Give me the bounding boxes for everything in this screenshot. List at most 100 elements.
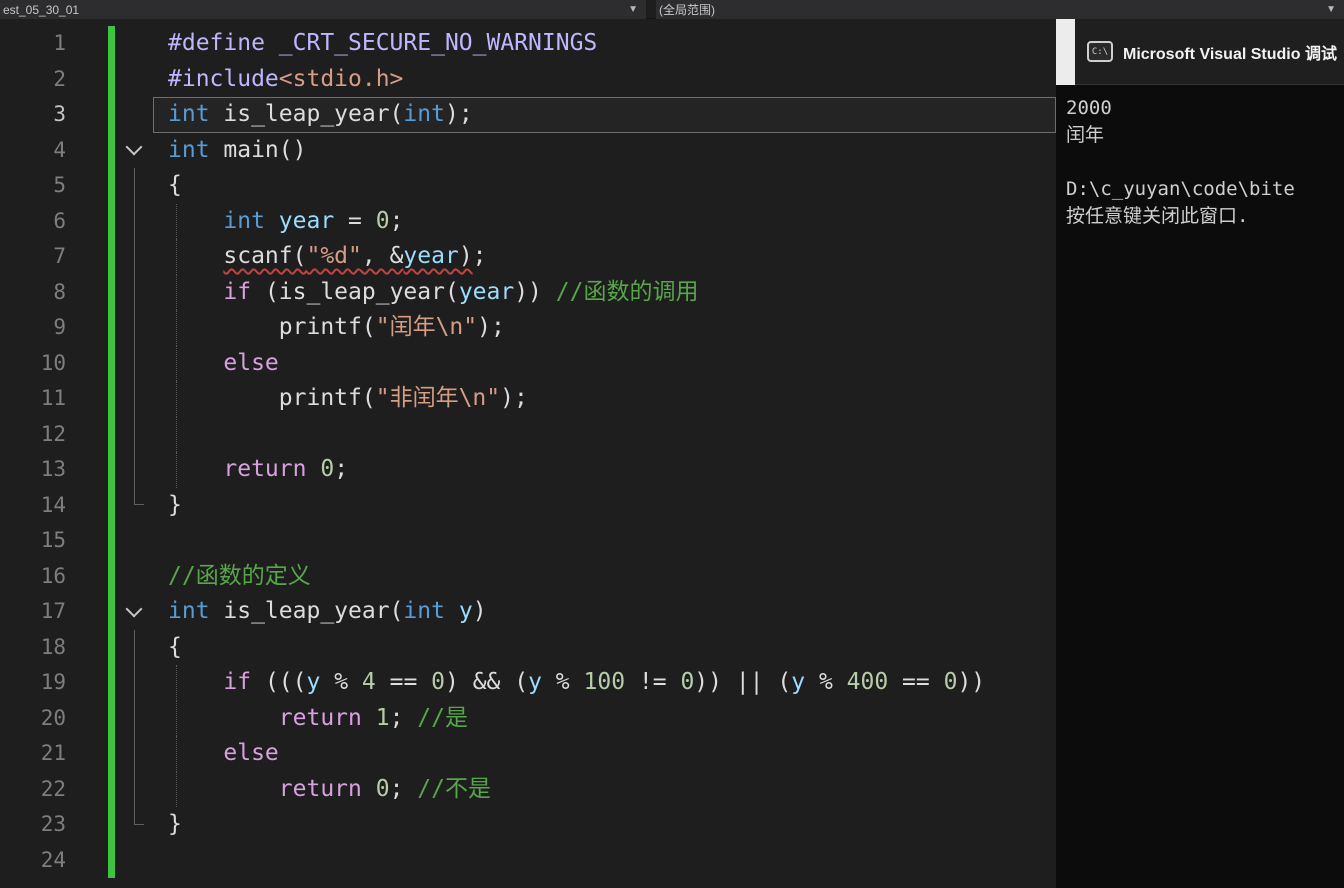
code-line[interactable]: 12: [0, 416, 1056, 453]
code-text[interactable]: int year = 0;: [153, 203, 1056, 240]
code-text[interactable]: [153, 523, 1056, 559]
code-text[interactable]: [153, 416, 1056, 453]
code-line[interactable]: 20 return 1; //是: [0, 700, 1056, 737]
fold-column[interactable]: [115, 97, 153, 133]
code-line[interactable]: 11 printf("非闰年\n");: [0, 381, 1056, 417]
line-number[interactable]: 3: [0, 97, 72, 133]
code-text[interactable]: #include<stdio.h>: [153, 62, 1056, 98]
code-line[interactable]: 10 else: [0, 345, 1056, 382]
console-output[interactable]: 2000 闰年 D:\c_yuyan\code\bite 按任意键关闭此窗口.: [1056, 85, 1344, 230]
line-number[interactable]: 2: [0, 62, 72, 98]
code-line[interactable]: 19 if (((y % 4 == 0) && (y % 100 != 0)) …: [0, 665, 1056, 701]
line-number[interactable]: 24: [0, 843, 72, 879]
code-line[interactable]: 8 if (is_leap_year(year)) //函数的调用: [0, 274, 1056, 311]
code-text[interactable]: //函数的定义: [153, 559, 1056, 595]
code-line[interactable]: 18 {: [0, 629, 1056, 666]
line-number[interactable]: 5: [0, 168, 72, 204]
code-text[interactable]: if (is_leap_year(year)) //函数的调用: [153, 274, 1056, 311]
line-number[interactable]: 18: [0, 630, 72, 666]
code-text[interactable]: }: [153, 488, 1056, 524]
line-number[interactable]: 7: [0, 239, 72, 275]
line-number[interactable]: 11: [0, 381, 72, 417]
line-number[interactable]: 8: [0, 275, 72, 311]
code-line[interactable]: 4 int main(): [0, 132, 1056, 169]
code-line[interactable]: 9 printf("闰年\n");: [0, 310, 1056, 346]
code-line[interactable]: 7 scanf("%d", &year);: [0, 239, 1056, 275]
fold-column[interactable]: [115, 736, 153, 772]
code-text[interactable]: #define _CRT_SECURE_NO_WARNINGS: [153, 26, 1056, 62]
line-number[interactable]: 14: [0, 488, 72, 524]
code-text[interactable]: else: [153, 736, 1056, 772]
code-line[interactable]: 17 int is_leap_year(int y): [0, 594, 1056, 630]
code-text[interactable]: return 1; //是: [153, 700, 1056, 737]
code-line[interactable]: 16 //函数的定义: [0, 558, 1056, 595]
code-text[interactable]: return 0;: [153, 452, 1056, 488]
chevron-down-icon[interactable]: [125, 600, 143, 618]
code-line[interactable]: 23}: [0, 807, 1056, 843]
code-text[interactable]: int is_leap_year(int y): [153, 594, 1056, 630]
code-text[interactable]: [153, 843, 1056, 879]
code-line[interactable]: 3 int is_leap_year(int);: [0, 97, 1056, 133]
line-number[interactable]: 17: [0, 594, 72, 630]
line-number[interactable]: 22: [0, 772, 72, 808]
fold-column[interactable]: [115, 346, 153, 382]
line-number[interactable]: 20: [0, 701, 72, 737]
editor[interactable]: 1 #define _CRT_SECURE_NO_WARNINGS 2 #includ…: [0, 19, 1056, 888]
chevron-down-icon[interactable]: [125, 138, 143, 156]
code-line[interactable]: 15: [0, 523, 1056, 559]
fold-column[interactable]: [115, 843, 153, 879]
fold-column[interactable]: [115, 807, 153, 843]
code-line[interactable]: 24: [0, 842, 1056, 879]
code-line[interactable]: 13 return 0;: [0, 452, 1056, 488]
debug-console-window[interactable]: C:\ Microsoft Visual Studio 调试 2000 闰年 D:\…: [1056, 18, 1344, 888]
line-number[interactable]: 6: [0, 204, 72, 240]
fold-column[interactable]: [115, 630, 153, 666]
fold-column[interactable]: [115, 772, 153, 808]
code-text[interactable]: {: [153, 630, 1056, 666]
fold-column[interactable]: [115, 239, 153, 275]
fold-column[interactable]: [115, 381, 153, 417]
fold-column[interactable]: [115, 62, 153, 98]
code-line[interactable]: 2 #include<stdio.h>: [0, 61, 1056, 98]
fold-column[interactable]: [115, 559, 153, 595]
fold-column[interactable]: [115, 452, 153, 488]
fold-column[interactable]: [115, 701, 153, 737]
code-text[interactable]: printf("闰年\n");: [153, 310, 1056, 346]
code-text[interactable]: int main(): [153, 133, 1056, 169]
code-text[interactable]: return 0; //不是: [153, 771, 1056, 808]
line-number[interactable]: 13: [0, 452, 72, 488]
code-text[interactable]: }: [153, 807, 1056, 843]
line-number[interactable]: 19: [0, 665, 72, 701]
fold-column[interactable]: [115, 310, 153, 346]
line-number[interactable]: 15: [0, 523, 72, 559]
line-number[interactable]: 10: [0, 346, 72, 382]
line-number[interactable]: 12: [0, 417, 72, 453]
fold-column[interactable]: [115, 488, 153, 524]
code-text[interactable]: {: [153, 168, 1056, 204]
code-text[interactable]: printf("非闰年\n");: [153, 381, 1056, 417]
code-line[interactable]: 14}: [0, 487, 1056, 524]
fold-column[interactable]: [115, 523, 153, 559]
line-number[interactable]: 16: [0, 559, 72, 595]
console-titlebar[interactable]: C:\ Microsoft Visual Studio 调试: [1056, 18, 1344, 85]
fold-column[interactable]: [115, 133, 153, 169]
code-line[interactable]: 6 int year = 0;: [0, 203, 1056, 240]
code-text[interactable]: scanf("%d", &year);: [153, 239, 1056, 275]
member-scope-dropdown[interactable]: (全局范围) ▼: [656, 0, 1344, 19]
code-text[interactable]: int is_leap_year(int);: [153, 97, 1056, 133]
line-number[interactable]: 4: [0, 133, 72, 169]
project-scope-dropdown[interactable]: est_05_30_01 ▼: [0, 0, 646, 19]
code-line[interactable]: 22 return 0; //不是: [0, 771, 1056, 808]
fold-column[interactable]: [115, 168, 153, 204]
line-number[interactable]: 1: [0, 26, 72, 62]
code-text[interactable]: if (((y % 4 == 0) && (y % 100 != 0)) || …: [153, 665, 1056, 701]
fold-column[interactable]: [115, 204, 153, 240]
code-line[interactable]: 21 else: [0, 736, 1056, 772]
fold-column[interactable]: [115, 594, 153, 630]
fold-column[interactable]: [115, 417, 153, 453]
code-line[interactable]: 1 #define _CRT_SECURE_NO_WARNINGS: [0, 26, 1056, 62]
line-number[interactable]: 21: [0, 736, 72, 772]
line-number[interactable]: 23: [0, 807, 72, 843]
fold-column[interactable]: [115, 665, 153, 701]
code-line[interactable]: 5{: [0, 168, 1056, 204]
